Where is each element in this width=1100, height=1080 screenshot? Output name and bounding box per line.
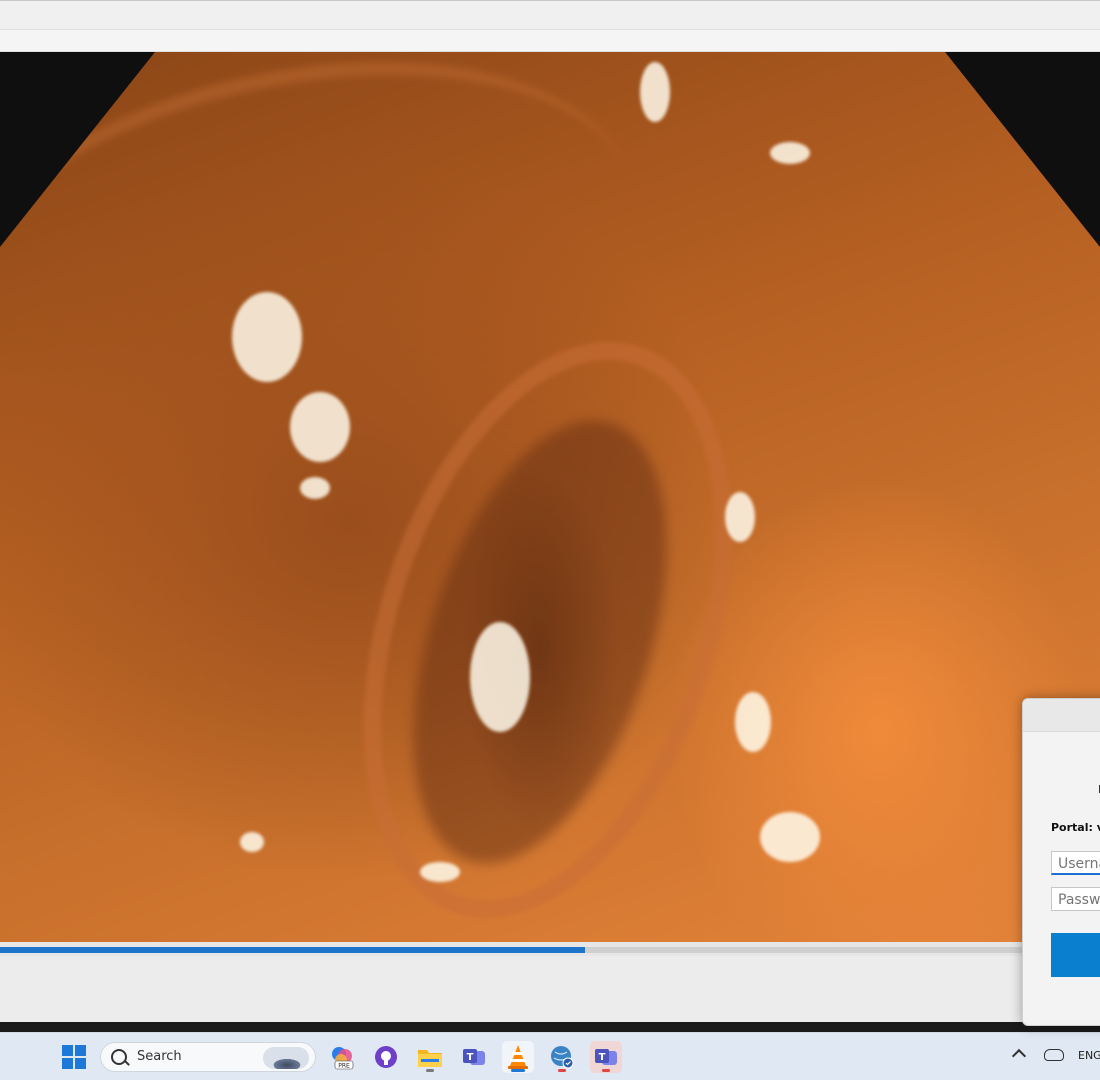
running-indicator [602, 1069, 610, 1072]
teams-work-button[interactable]: T [590, 1041, 622, 1073]
glare-spot [640, 62, 670, 122]
glare-spot [420, 862, 460, 882]
glare-spot [240, 832, 264, 852]
video-frame[interactable] [0, 52, 1100, 942]
file-explorer-icon [418, 1050, 442, 1067]
running-indicator [558, 1069, 566, 1072]
onedrive-cloud-icon[interactable] [1044, 1049, 1064, 1061]
portal-label: Portal: vp [1051, 821, 1100, 834]
language-indicator[interactable]: ENG [1078, 1049, 1100, 1062]
glare-spot [300, 477, 330, 499]
seek-progress [0, 947, 586, 953]
tray-chevron-up-icon[interactable] [1011, 1048, 1027, 1064]
teams-icon: T [463, 1049, 485, 1065]
windows-start-icon [62, 1045, 86, 1069]
glare-spot [232, 292, 302, 382]
vpn-globe-button[interactable] [546, 1041, 578, 1073]
glare-spot [760, 812, 820, 862]
glare-spot [290, 392, 350, 462]
taskbar: Search PRE T T ENG [0, 1032, 1100, 1080]
start-button[interactable] [58, 1041, 90, 1073]
username-field[interactable] [1051, 851, 1100, 875]
glare-spot [725, 492, 755, 542]
vlc-button[interactable] [502, 1041, 534, 1073]
window-title-bar [0, 0, 1100, 30]
github-button[interactable] [370, 1041, 402, 1073]
connect-button[interactable] [1051, 933, 1100, 977]
search-icon [111, 1049, 127, 1065]
glare-spot [470, 622, 530, 732]
svg-text:T: T [599, 1052, 606, 1063]
menu-bar [0, 30, 1100, 52]
seek-bar[interactable] [0, 942, 1100, 956]
copilot-icon: PRE [332, 1047, 354, 1070]
endoscopy-image [0, 52, 1100, 942]
svg-text:T: T [467, 1052, 474, 1063]
vlc-icon [508, 1045, 528, 1069]
seek-track[interactable] [0, 947, 1100, 953]
player-controls-panel [0, 956, 1100, 1022]
search-highlight-art [263, 1047, 309, 1069]
copilot-button[interactable]: PRE [326, 1041, 358, 1073]
glare-spot [770, 142, 810, 164]
taskbar-search[interactable]: Search [100, 1042, 316, 1072]
glare-spot [735, 692, 771, 752]
teams-work-icon: T [595, 1049, 617, 1065]
search-label: Search [137, 1049, 182, 1064]
dialog-title-bar [1023, 699, 1100, 732]
globe-vpn-icon [551, 1046, 574, 1069]
password-field[interactable] [1051, 887, 1100, 911]
vpn-login-dialog: Portal: vp [1022, 698, 1100, 1026]
active-indicator [511, 1069, 525, 1072]
svg-text:PRE: PRE [338, 1063, 350, 1070]
file-explorer-button[interactable] [414, 1041, 446, 1073]
teams-button[interactable]: T [458, 1041, 490, 1073]
github-icon [375, 1046, 397, 1068]
running-indicator [426, 1069, 434, 1072]
